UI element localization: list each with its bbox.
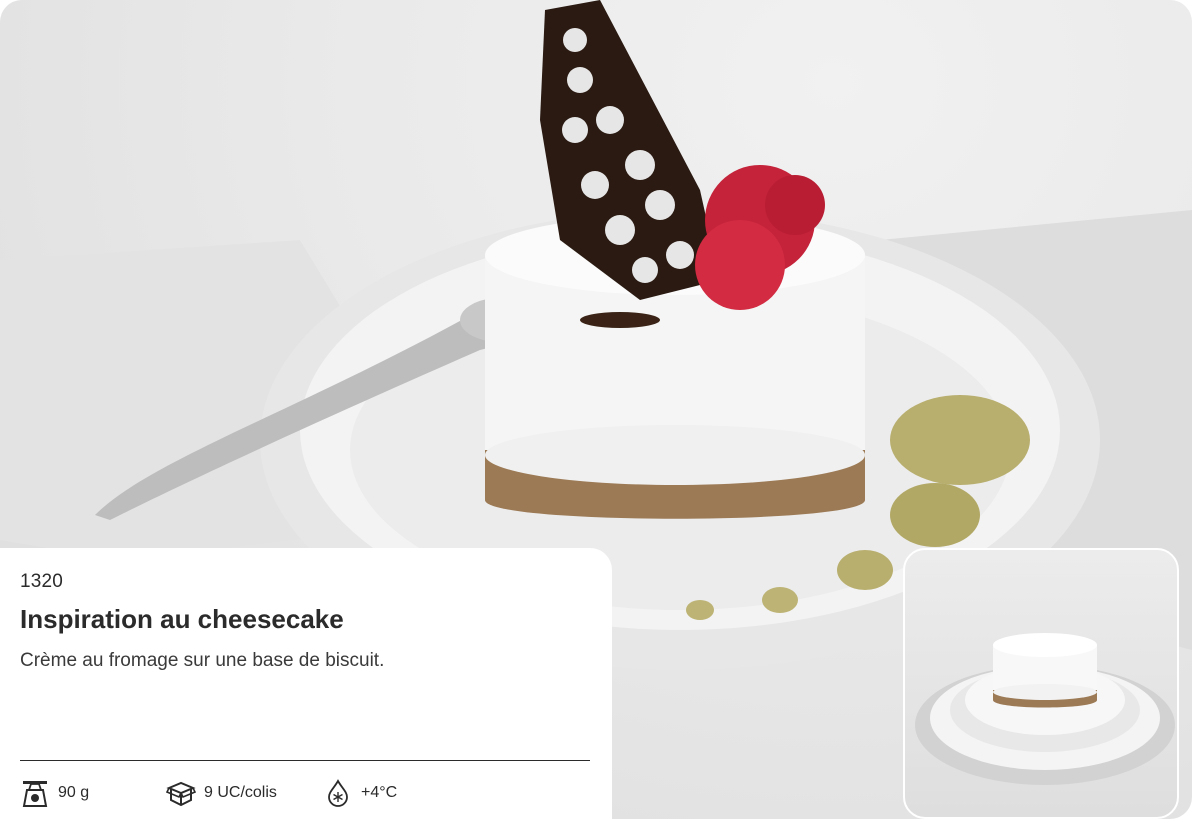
spec-temperature-value: +4°C [361, 784, 398, 801]
spec-packaging-value: 9 UC/colis [204, 784, 277, 801]
spec-packaging: 9 UC/colis [165, 778, 277, 808]
product-description: Crème au fromage sur une base de biscuit… [20, 650, 385, 671]
product-thumbnail[interactable] [903, 548, 1179, 819]
frozen-drop-icon [323, 778, 353, 808]
scale-icon [20, 778, 50, 808]
spec-weight: 90 g [20, 778, 89, 808]
spec-temperature: +4°C [323, 778, 397, 808]
product-card: 1320 Inspiration au cheesecake Crème au … [0, 0, 1192, 819]
divider [20, 760, 590, 761]
product-info-panel [0, 548, 612, 819]
spec-weight-value: 90 g [58, 784, 90, 801]
product-title: Inspiration au cheesecake [20, 604, 344, 634]
box-icon [165, 778, 197, 808]
product-code: 1320 [20, 571, 64, 592]
